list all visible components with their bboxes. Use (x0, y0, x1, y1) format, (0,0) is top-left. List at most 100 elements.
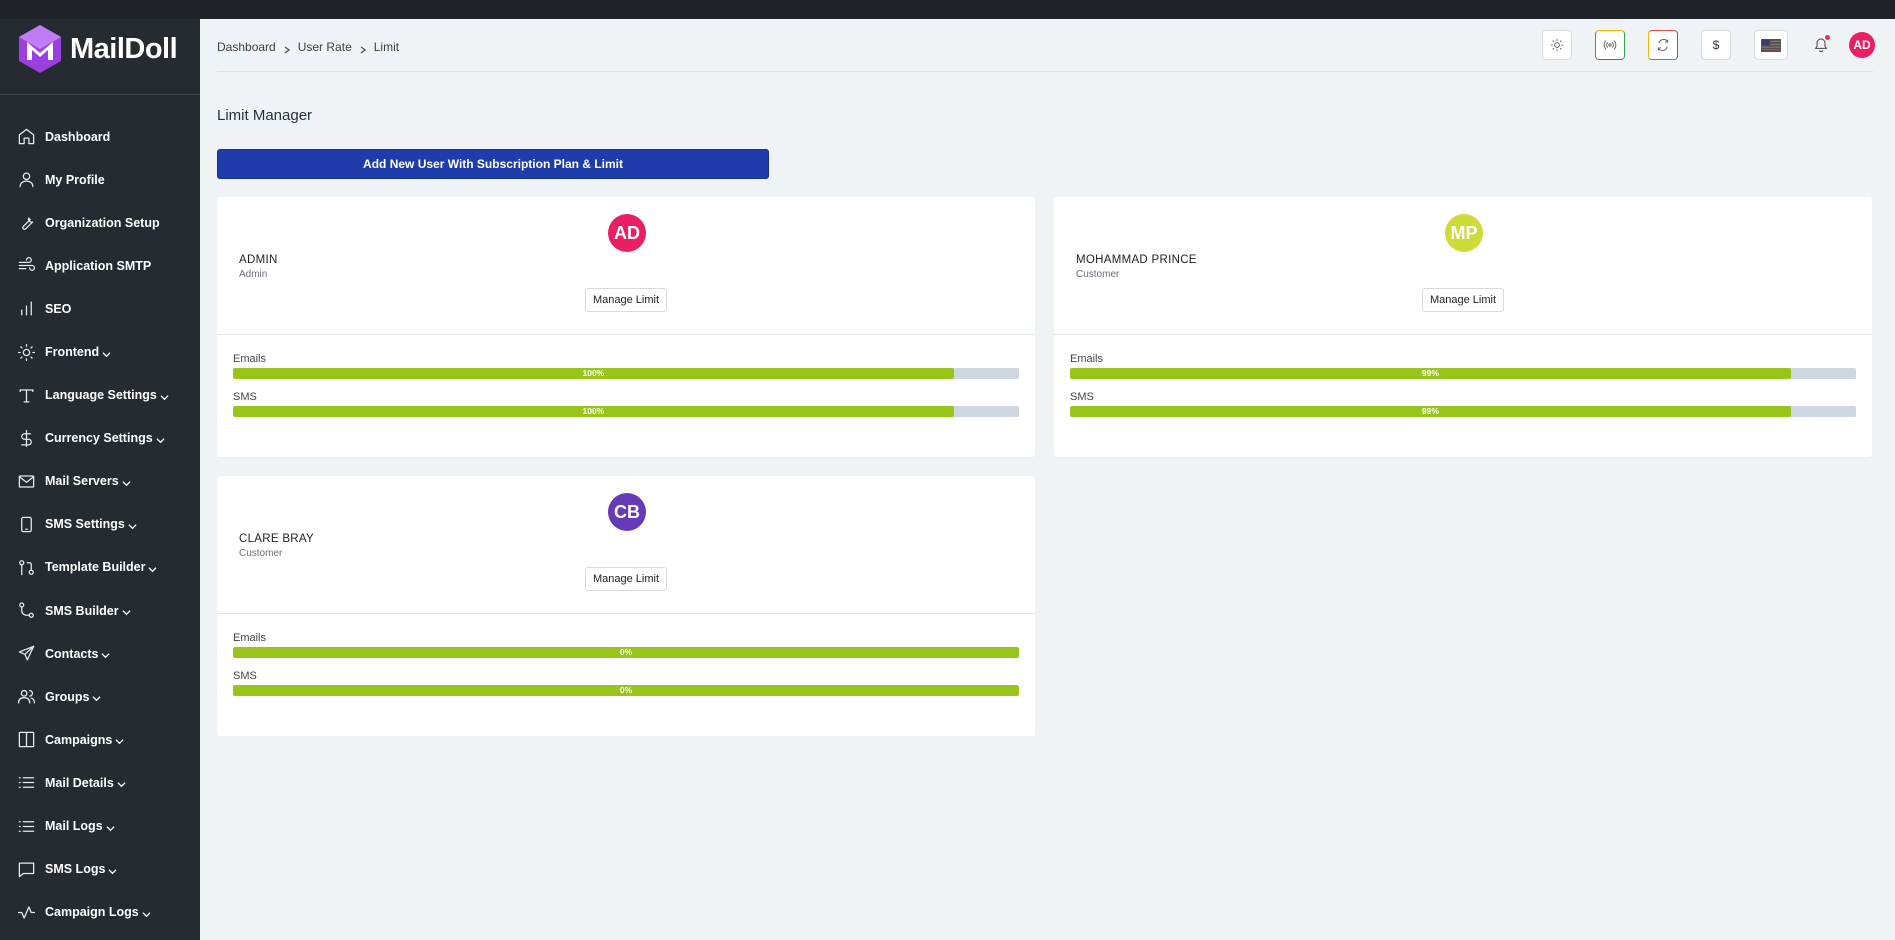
sidebar-item-label: Currency Settings (45, 431, 153, 446)
sms-progress-bar: 0% (233, 685, 1019, 696)
card-divider (217, 334, 1035, 335)
sidebar-item-label: Language Settings (45, 388, 157, 403)
breadcrumb-user-rate[interactable]: User Rate (298, 40, 352, 54)
emails-label: Emails (233, 632, 267, 644)
chevron-down-icon (101, 649, 111, 659)
sidebar-item-mail-logs[interactable]: Mail Logs (0, 805, 200, 848)
emails-label: Emails (233, 353, 267, 365)
user-name: ADMIN (239, 254, 278, 266)
add-user-button[interactable]: Add New User With Subscription Plan & Li… (217, 149, 769, 179)
dollar-icon (16, 428, 36, 448)
main-content: Dashboard User Rate Limit $ AD Limit Man… (200, 19, 1895, 940)
user-limit-card: CB CLARE BRAY Customer Manage Limit Emai… (217, 476, 1035, 736)
sidebar-item-my-profile[interactable]: My Profile (0, 158, 200, 201)
avatar: CB (608, 493, 646, 531)
manage-limit-button[interactable]: Manage Limit (585, 288, 667, 312)
breadcrumb-limit: Limit (373, 40, 400, 54)
sms-label: SMS (1070, 391, 1094, 403)
window-top-strip (0, 0, 1895, 19)
page-title: Limit Manager (217, 107, 313, 124)
sidebar-item-sms-settings[interactable]: SMS Settings (0, 503, 200, 546)
app-name: MailDoll (70, 32, 178, 65)
sms-label: SMS (233, 391, 257, 403)
notification-badge (1825, 35, 1830, 40)
user-limit-card: AD ADMIN Admin Manage Limit Emails 100% … (217, 197, 1035, 457)
chevron-down-icon (128, 520, 137, 530)
user-name: MOHAMMAD PRINCE (1076, 254, 1197, 266)
sidebar-item-mail-servers[interactable]: Mail Servers (0, 460, 200, 503)
chevron-right-icon (359, 43, 367, 54)
user-role: Customer (1076, 269, 1120, 280)
notifications-button[interactable] (1811, 35, 1831, 55)
breadcrumb: Dashboard User Rate Limit (217, 39, 399, 55)
user-name: CLARE BRAY (239, 533, 315, 545)
wind-icon (16, 256, 36, 276)
theme-toggle-button[interactable] (1542, 30, 1572, 60)
breadcrumb-dashboard[interactable]: Dashboard (217, 40, 276, 54)
sidebar-item-sms-builder[interactable]: SMS Builder (0, 589, 200, 632)
chevron-right-icon (283, 43, 291, 54)
sidebar-item-organization-setup[interactable]: Organization Setup (0, 201, 200, 244)
sidebar-item-sms-logs[interactable]: SMS Logs (0, 848, 200, 891)
sidebar-item-language-settings[interactable]: Language Settings (0, 374, 200, 417)
sidebar-item-label: Campaign Logs (45, 905, 139, 920)
sidebar-item-label: SMS Logs (45, 862, 106, 877)
sidebar-item-label: SMS Builder (45, 603, 119, 618)
sidebar-item-label: Frontend (45, 345, 100, 360)
sidebar-item-contacts[interactable]: Contacts (0, 632, 200, 675)
sun-icon (1550, 38, 1564, 52)
sidebar-item-label: Mail Logs (45, 819, 103, 834)
chevron-down-icon (92, 692, 102, 702)
progress-text: 0% (619, 685, 633, 695)
header-divider (217, 71, 1873, 72)
user-role: Customer (239, 548, 283, 559)
chevron-down-icon (102, 348, 111, 357)
broadcast-button[interactable] (1595, 30, 1625, 60)
manage-limit-button[interactable]: Manage Limit (1422, 288, 1504, 312)
list-icon (16, 773, 36, 793)
sidebar-item-label: SMS Settings (45, 517, 125, 532)
chevron-down-icon (106, 822, 115, 831)
sidebar-item-label: My Profile (45, 172, 105, 187)
sidebar-item-application-smtp[interactable]: Application SMTP (0, 244, 200, 287)
maildoll-logo-icon (19, 25, 61, 73)
user-avatar[interactable]: AD (1849, 32, 1875, 58)
chevron-down-icon (108, 865, 117, 874)
user-limit-card: MP MOHAMMAD PRINCE Customer Manage Limit… (1054, 197, 1872, 457)
avatar: MP (1445, 214, 1483, 252)
sidebar-item-label: Mail Servers (45, 474, 119, 489)
refresh-button[interactable] (1648, 30, 1678, 60)
sidebar-item-template-builder[interactable]: Template Builder (0, 546, 200, 589)
sidebar-item-mail-details[interactable]: Mail Details (0, 761, 200, 804)
card-divider (1054, 334, 1872, 335)
chevron-down-icon (117, 778, 126, 788)
sidebar-item-currency-settings[interactable]: Currency Settings (0, 417, 200, 460)
sidebar: MailDoll Dashboard My Profile Organizati… (0, 19, 200, 940)
sidebar-item-label: Mail Details (45, 775, 114, 790)
phone-icon (16, 514, 36, 534)
app-logo[interactable]: MailDoll (18, 24, 178, 74)
chevron-down-icon (122, 606, 131, 616)
manage-limit-button[interactable]: Manage Limit (585, 567, 667, 591)
progress-text: 100% (582, 406, 605, 416)
list-icon (16, 816, 36, 836)
home-icon (16, 127, 36, 147)
sms-label: SMS (233, 670, 257, 682)
wrench-icon (16, 213, 36, 233)
sidebar-item-groups[interactable]: Groups (0, 675, 200, 718)
sidebar-item-dashboard[interactable]: Dashboard (0, 115, 200, 158)
language-button[interactable] (1754, 30, 1788, 60)
sidebar-item-frontend[interactable]: Frontend (0, 330, 200, 373)
chevron-down-icon (148, 563, 158, 573)
sidebar-item-campaign-logs[interactable]: Campaign Logs (0, 891, 200, 934)
sidebar-item-campaigns[interactable]: Campaigns (0, 718, 200, 761)
git-pull-request-icon (16, 557, 36, 577)
sidebar-item-seo[interactable]: SEO (0, 287, 200, 330)
chevron-down-icon (142, 908, 151, 917)
chevron-down-icon (115, 735, 124, 745)
broadcast-icon (1603, 40, 1617, 50)
sidebar-item-label: Groups (45, 689, 90, 704)
avatar: AD (608, 214, 646, 252)
currency-button[interactable]: $ (1701, 30, 1731, 60)
sidebar-item-label: Organization Setup (45, 215, 160, 230)
